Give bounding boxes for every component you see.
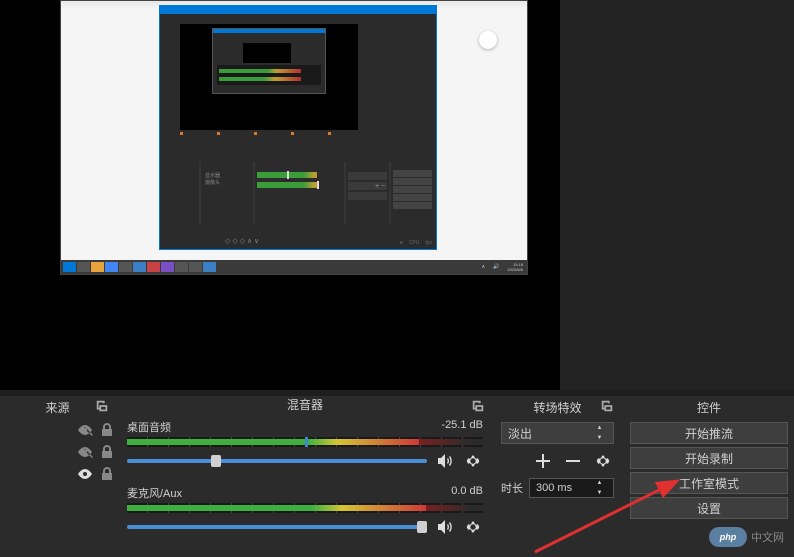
- transitions-title: 转场特效: [533, 399, 581, 416]
- transition-selected: 淡出: [508, 425, 532, 442]
- php-logo: php: [709, 527, 747, 547]
- add-transition-button[interactable]: [532, 450, 554, 472]
- nested-scenes-panel: [162, 162, 199, 224]
- chevron-down-icon[interactable]: ▼: [592, 488, 607, 498]
- duration-value: 300 ms: [536, 482, 572, 494]
- nested-sources-panel: 显示器 摄像头: [201, 162, 253, 224]
- visibility-icon[interactable]: [77, 422, 93, 438]
- transition-select[interactable]: 淡出 ▲ ▼: [501, 422, 614, 444]
- chevron-down-icon[interactable]: ▼: [592, 433, 607, 443]
- channel-name: 桌面音频: [127, 419, 171, 435]
- nested-mixer-panel: 🔊 🔊: [255, 162, 345, 224]
- nested-taskbar: ∧🔊 15:18 2020/6/6: [61, 260, 527, 274]
- controls-title: 控件: [697, 399, 721, 416]
- transitions-header: 转场特效: [495, 396, 620, 418]
- volume-slider[interactable]: [127, 525, 427, 529]
- php-watermark: php 中文网: [709, 527, 784, 547]
- mixer-panel: 混音器 桌面音频 -25.1 dB: [119, 396, 491, 557]
- audio-meter: [127, 437, 483, 447]
- channel-name: 麦克风/Aux: [127, 485, 182, 501]
- chevron-up-icon[interactable]: ▲: [592, 478, 607, 488]
- gear-icon[interactable]: [463, 451, 483, 471]
- nested-controls-panel: [391, 162, 434, 224]
- dock-detach-icon[interactable]: [600, 399, 616, 415]
- volume-slider[interactable]: [127, 459, 427, 463]
- start-streaming-button[interactable]: 开始推流: [630, 422, 788, 444]
- lock-icon[interactable]: [99, 466, 115, 482]
- duration-label: 时长: [501, 480, 523, 496]
- watermark-text: 中文网: [751, 529, 784, 545]
- nested-preview: [180, 24, 358, 130]
- transitions-panel: 转场特效 淡出 ▲ ▼: [495, 396, 620, 557]
- slider-thumb[interactable]: [417, 521, 427, 533]
- sources-panel: 来源: [0, 396, 115, 557]
- studio-mode-button[interactable]: 工作室模式: [630, 472, 788, 494]
- gear-icon[interactable]: [463, 517, 483, 537]
- lock-icon[interactable]: [99, 422, 115, 438]
- mixer-channel-mic: 麦克风/Aux 0.0 dB: [127, 485, 483, 537]
- dock-detach-icon[interactable]: [95, 399, 111, 415]
- nested-transitions-panel: + −: [346, 162, 389, 224]
- bottom-dock: 来源: [0, 396, 794, 557]
- remove-transition-button[interactable]: [562, 450, 584, 472]
- duration-input[interactable]: 300 ms ▲ ▼: [529, 478, 614, 498]
- controls-header: 控件: [624, 396, 794, 418]
- speaker-icon[interactable]: [435, 517, 455, 537]
- slider-thumb[interactable]: [211, 455, 221, 467]
- preview-area: 显示器 摄像头 🔊 🔊: [0, 0, 560, 390]
- settings-button[interactable]: 设置: [630, 497, 788, 519]
- start-recording-button[interactable]: 开始录制: [630, 447, 788, 469]
- channel-level: -25.1 dB: [441, 419, 483, 435]
- nested-obs-window: 显示器 摄像头 🔊 🔊: [159, 5, 437, 250]
- audio-meter: [127, 503, 483, 513]
- mixer-channel-desktop: 桌面音频 -25.1 dB: [127, 419, 483, 471]
- sources-header: 来源: [0, 396, 115, 418]
- embedded-desktop: 显示器 摄像头 🔊 🔊: [60, 0, 528, 275]
- visibility-icon[interactable]: [77, 466, 93, 482]
- speaker-icon[interactable]: [435, 451, 455, 471]
- visibility-icon[interactable]: [77, 444, 93, 460]
- channel-level: 0.0 dB: [451, 485, 483, 501]
- gear-icon[interactable]: [592, 450, 614, 472]
- lock-icon[interactable]: [99, 444, 115, 460]
- right-dark-area: [560, 0, 794, 390]
- nested-titlebar: [160, 6, 436, 14]
- sources-title: 来源: [45, 399, 69, 416]
- mixer-header: 混音器: [119, 396, 491, 413]
- user-avatar-badge: [479, 31, 497, 49]
- chevron-up-icon[interactable]: ▲: [592, 423, 607, 433]
- mixer-title: 混音器: [287, 396, 323, 413]
